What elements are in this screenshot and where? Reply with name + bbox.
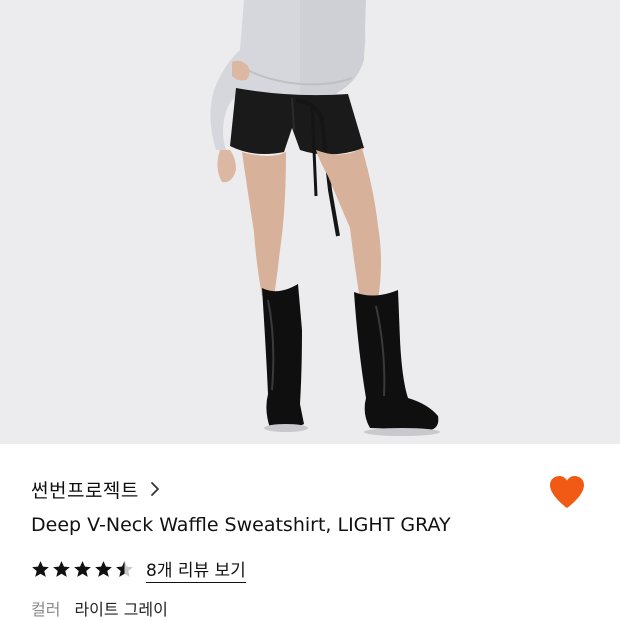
product-info-panel: 썬번프로젝트 Deep V-Neck Waffle Sweatshirt, LI… [0, 444, 620, 620]
product-photo-illustration [0, 0, 620, 444]
product-image[interactable] [0, 0, 620, 444]
star-half-icon [116, 560, 133, 577]
heart-icon [550, 476, 584, 508]
brand-name: 썬번프로젝트 [31, 479, 139, 502]
star-icon [74, 560, 91, 577]
review-link[interactable]: 8개 리뷰 보기 [146, 556, 246, 583]
color-value: 라이트 그레이 [74, 600, 168, 619]
color-option-row: 컬러 라이트 그레이 [31, 596, 168, 620]
product-title: Deep V-Neck Waffle Sweatshirt, LIGHT GRA… [31, 514, 451, 536]
wishlist-button[interactable] [545, 472, 589, 512]
star-rating [31, 560, 134, 579]
color-label: 컬러 [31, 600, 61, 619]
star-icon [53, 560, 70, 577]
star-icon [32, 560, 49, 577]
brand-link[interactable]: 썬번프로젝트 [31, 474, 161, 504]
star-icon [95, 560, 112, 577]
rating-row: 8개 리뷰 보기 [31, 554, 246, 584]
chevron-right-icon [149, 481, 161, 497]
